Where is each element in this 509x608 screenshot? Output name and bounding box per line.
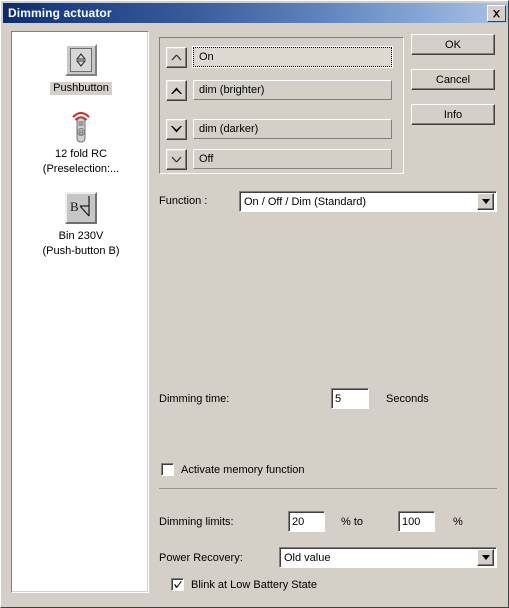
device-label: Bin 230V [58, 230, 104, 242]
dimming-time-unit-label: Seconds [386, 393, 429, 405]
chevron-down-icon[interactable] [477, 549, 494, 566]
section-divider [159, 488, 497, 489]
action-label-field[interactable]: dim (darker) [193, 119, 392, 139]
chevron-up-thin-icon[interactable] [166, 46, 187, 68]
title-bar: Dimming actuator [3, 3, 508, 23]
action-row-dim-brighter[interactable]: dim (brighter) [166, 79, 392, 101]
activate-memory-checkbox[interactable] [161, 463, 174, 476]
dimming-actuator-dialog: Dimming actuator Pushbutton 12 fold RC (… [0, 0, 509, 608]
power-recovery-combobox[interactable]: Old value [279, 547, 497, 568]
chevron-down-bold-icon[interactable] [166, 118, 187, 140]
device-label: 12 fold RC [55, 148, 107, 160]
action-row-on[interactable]: On [166, 46, 393, 68]
power-recovery-combobox-value: Old value [284, 551, 331, 564]
dimming-limit-min-input[interactable]: 20 [288, 511, 325, 532]
device-label-sub: (Preselection:... [42, 163, 120, 175]
dimming-time-input[interactable]: 5 [331, 388, 369, 409]
dimming-limit-max-input[interactable]: 100 [398, 511, 435, 532]
blink-low-battery-label: Blink at Low Battery State [191, 578, 317, 591]
blink-low-battery-checkbox[interactable] [171, 578, 184, 591]
dimming-time-label: Dimming time: [159, 393, 230, 405]
device-item-pushbutton[interactable]: Pushbutton [12, 40, 148, 95]
device-label: Pushbutton [50, 82, 112, 95]
function-label: Function : [159, 195, 208, 207]
dimming-limits-end-unit: % [453, 516, 463, 528]
pushbutton-icon [12, 40, 148, 80]
close-button[interactable] [487, 5, 506, 22]
cancel-button[interactable]: Cancel [411, 69, 495, 90]
action-row-dim-darker[interactable]: dim (darker) [166, 118, 392, 140]
device-item-remote-control[interactable]: 12 fold RC (Preselection:... [12, 106, 148, 176]
info-button[interactable]: Info [411, 104, 495, 125]
dimming-limits-middle-unit: % to [341, 516, 364, 528]
action-row-off[interactable]: Off [166, 148, 392, 170]
ok-button[interactable]: OK [411, 34, 495, 55]
activate-memory-label: Activate memory function [181, 463, 305, 476]
chevron-down-thin-icon[interactable] [166, 148, 187, 170]
action-label-field[interactable]: Off [193, 149, 392, 169]
chevron-down-icon[interactable] [477, 193, 494, 210]
check-icon [173, 581, 182, 588]
function-combobox-value: On / Off / Dim (Standard) [244, 195, 367, 208]
action-label-field[interactable]: dim (brighter) [193, 80, 392, 100]
activate-memory-checkbox-row[interactable]: Activate memory function [161, 463, 305, 476]
power-recovery-label: Power Recovery: [159, 552, 243, 564]
device-item-binary-input[interactable]: B Bin 230V (Push-button B) [12, 188, 148, 258]
close-icon [492, 9, 501, 17]
action-list-group: On dim (brighter) dim (darker) Off [159, 37, 404, 174]
binary-input-icon: B [12, 188, 148, 228]
svg-text:B: B [70, 199, 79, 214]
blink-low-battery-checkbox-row[interactable]: Blink at Low Battery State [171, 578, 317, 591]
chevron-up-bold-icon[interactable] [166, 79, 187, 101]
device-label-sub: (Push-button B) [42, 245, 120, 257]
dimming-limits-label: Dimming limits: [159, 516, 234, 528]
remote-control-icon [12, 106, 148, 146]
device-list-panel[interactable]: Pushbutton 12 fold RC (Preselection:... [11, 31, 149, 593]
action-label-field[interactable]: On [192, 46, 393, 68]
function-combobox[interactable]: On / Off / Dim (Standard) [239, 191, 497, 212]
window-title: Dimming actuator [8, 6, 112, 20]
